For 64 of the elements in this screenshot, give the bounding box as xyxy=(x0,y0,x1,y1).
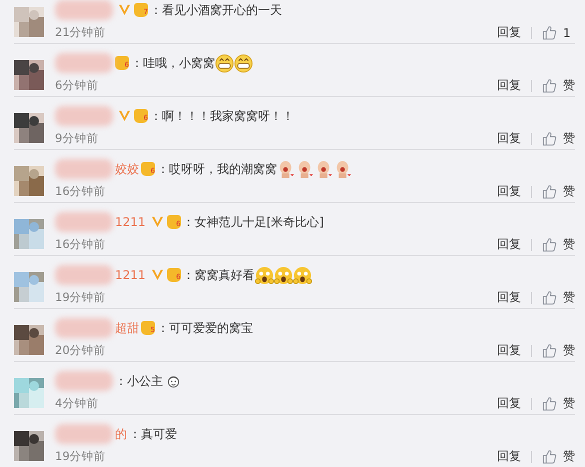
like-count[interactable]: 赞 xyxy=(563,289,575,306)
comment-text: ：啊！！！我家窝窝呀！！ xyxy=(150,108,294,124)
like-count[interactable]: 1 xyxy=(563,26,571,40)
timestamp: 4分钟前 xyxy=(55,396,98,411)
like-count[interactable]: 赞 xyxy=(563,448,575,465)
comment-text: ：窝窝真好看 xyxy=(182,266,255,284)
timestamp: 19分钟前 xyxy=(55,449,106,464)
comment-text: ：小公主 xyxy=(115,372,163,390)
shocked-emoji-icon xyxy=(292,266,312,284)
baby-emoji-icon xyxy=(277,160,296,178)
like-count[interactable]: 赞 xyxy=(563,130,575,147)
blurred-name xyxy=(55,53,113,73)
reply-link[interactable]: 回复 xyxy=(497,130,521,147)
grin-emoji-icon xyxy=(215,54,234,72)
shocked-emoji-icon xyxy=(274,266,293,284)
baby-emoji-icon xyxy=(296,160,315,178)
blurred-name xyxy=(55,159,113,179)
thumbs-up-icon[interactable] xyxy=(542,78,557,93)
like-count[interactable]: 赞 xyxy=(563,342,575,359)
thumbs-up-icon[interactable] xyxy=(542,290,557,305)
timestamp: 9分钟前 xyxy=(55,131,98,146)
thumbs-up-icon[interactable] xyxy=(542,25,557,40)
reply-link[interactable]: 回复 xyxy=(497,24,521,41)
comment-text: ：女神范儿十足[米奇比心] xyxy=(182,214,324,230)
thumbs-up-icon[interactable] xyxy=(542,237,557,252)
blurred-name xyxy=(55,106,113,126)
reply-link[interactable]: 回复 xyxy=(497,289,521,306)
like-count[interactable]: 赞 xyxy=(563,183,575,200)
reply-link[interactable]: 回复 xyxy=(497,236,521,253)
thumbs-up-icon[interactable] xyxy=(542,396,557,411)
blurred-name xyxy=(55,371,113,391)
blurred-name xyxy=(55,424,113,444)
thumbs-up-icon[interactable] xyxy=(542,184,557,199)
reply-link[interactable]: 回复 xyxy=(497,183,521,200)
thumbs-up-icon[interactable] xyxy=(542,343,557,358)
face-emoji-icon xyxy=(167,374,180,388)
timestamp: 16分钟前 xyxy=(55,237,106,252)
thumbs-up-icon[interactable] xyxy=(542,131,557,146)
like-count[interactable]: 赞 xyxy=(563,395,575,412)
baby-emoji-icon xyxy=(334,160,353,178)
blurred-name xyxy=(55,212,113,232)
timestamp: 16分钟前 xyxy=(55,184,106,199)
blurred-name xyxy=(55,265,113,285)
comment-text: ：哇哦，小窝窝 xyxy=(131,54,215,72)
comment-text: ：可可爱爱的窝宝 xyxy=(157,320,253,336)
reply-link[interactable]: 回复 xyxy=(497,342,521,359)
like-count[interactable]: 赞 xyxy=(563,236,575,253)
shocked-emoji-icon xyxy=(254,266,274,284)
grin-emoji-icon xyxy=(234,54,253,72)
blurred-name xyxy=(55,0,113,20)
baby-emoji-icon xyxy=(315,160,334,178)
thumbs-up-icon[interactable] xyxy=(542,449,557,464)
timestamp: 6分钟前 xyxy=(55,78,98,93)
reply-link[interactable]: 回复 xyxy=(497,77,521,94)
blurred-name xyxy=(55,318,113,338)
comment-text: ：哎呀呀，我的潮窝窝 xyxy=(157,160,277,178)
reply-link[interactable]: 回复 xyxy=(497,395,521,412)
like-count[interactable]: 赞 xyxy=(563,77,575,94)
reply-link[interactable]: 回复 xyxy=(497,448,521,465)
comment-text: ：真可爱 xyxy=(129,426,177,442)
timestamp: 19分钟前 xyxy=(55,290,106,305)
comment-text: ：看见小酒窝开心的一天 xyxy=(150,2,282,18)
timestamp: 21分钟前 xyxy=(55,25,106,40)
timestamp: 20分钟前 xyxy=(55,343,106,358)
